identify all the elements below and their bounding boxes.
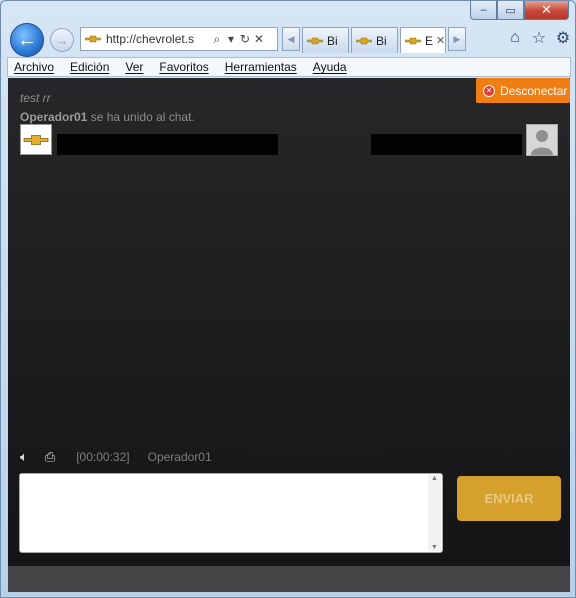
speaker-icon[interactable]: 🔈︎ (20, 449, 28, 465)
redacted-operator-info (57, 134, 278, 155)
close-tab-icon[interactable]: ✕ (436, 34, 445, 47)
close-circle-icon: ✕ (483, 84, 495, 97)
printer-icon[interactable]: ⎙ (45, 449, 55, 465)
join-text: se ha unido al chat. (87, 110, 195, 124)
chat-title: test rr (20, 91, 51, 105)
chat-timer: [00:00:32] (76, 450, 130, 464)
menu-herramientas[interactable]: Herramientas (225, 60, 297, 74)
message-input[interactable] (20, 474, 428, 550)
chevrolet-favicon-icon (307, 37, 323, 44)
home-icon[interactable]: ⌂ (507, 29, 523, 47)
redacted-user-info (371, 134, 522, 155)
chevrolet-favicon-icon (405, 37, 421, 44)
menu-favoritos[interactable]: Favoritos (159, 60, 208, 74)
chevrolet-favicon-icon (356, 37, 372, 44)
join-message: Operador01 se ha unido al chat. (20, 110, 195, 124)
menu-bar: Archivo Edición Ver Favoritos Herramient… (7, 57, 571, 77)
menu-edicion[interactable]: Edición (70, 60, 109, 74)
close-window-button[interactable]: ✕ (524, 1, 569, 20)
send-button[interactable]: ENVIAR (457, 476, 561, 521)
disconnect-button[interactable]: ✕ Desconectar (476, 78, 570, 103)
maximize-button[interactable]: ▭ (497, 1, 524, 20)
user-silhouette-icon (531, 130, 553, 155)
tab-scroll-left-button[interactable]: ◀ (282, 27, 300, 51)
menu-ver[interactable]: Ver (125, 60, 143, 74)
chat-footer-bar (8, 566, 570, 592)
message-box: ▲ ▼ (19, 473, 443, 553)
scroll-up-icon[interactable]: ▲ (431, 475, 438, 482)
disconnect-label: Desconectar (500, 83, 568, 98)
tab-3-active[interactable]: E ✕ (400, 27, 446, 53)
operator-avatar (20, 124, 52, 155)
chevrolet-logo-icon (23, 134, 49, 145)
tab-label: Bi (376, 33, 387, 48)
tab-1[interactable]: Bi (302, 27, 349, 53)
gear-icon[interactable]: ⚙ (555, 29, 571, 47)
tab-2[interactable]: Bi (351, 27, 398, 53)
tab-scroll-right-button[interactable]: ▶ (448, 27, 466, 51)
favorites-star-icon[interactable]: ☆ (531, 29, 547, 47)
arrow-left-icon: ← (17, 28, 37, 51)
tab-label: E (425, 33, 434, 48)
chevrolet-favicon-icon (85, 35, 101, 43)
back-button[interactable]: ← (10, 23, 44, 57)
user-avatar (526, 124, 558, 156)
forward-button[interactable]: → (50, 28, 74, 52)
caption-buttons: – ▭ ✕ (470, 1, 569, 21)
address-url[interactable]: http://chevrolet.s (106, 32, 210, 46)
join-operator-name: Operador01 (20, 110, 88, 124)
dropdown-arrow-icon[interactable]: ▾ (224, 32, 238, 46)
chat-panel: ✕ Desconectar test rr Operador01 se ha u… (8, 78, 570, 592)
address-bar[interactable]: http://chevrolet.s ⌕ ▾ ↻ ✕ (80, 27, 278, 51)
scroll-down-icon[interactable]: ▼ (431, 544, 438, 551)
tab-strip: ◀ Bi Bi E ✕ ▶ (282, 27, 466, 53)
operator-name: Operador01 (147, 450, 212, 464)
message-scrollbar[interactable]: ▲ ▼ (428, 475, 441, 551)
chat-status-row: 🔈︎ ⎙ [00:00:32] Operador01 (20, 449, 212, 465)
search-icon[interactable]: ⌕ (210, 32, 224, 47)
refresh-icon[interactable]: ↻ (238, 32, 252, 46)
menu-ayuda[interactable]: Ayuda (313, 60, 347, 74)
navigation-bar: ← → http://chevrolet.s ⌕ ▾ ↻ ✕ ◀ Bi Bi E… (1, 21, 576, 57)
menu-archivo[interactable]: Archivo (14, 60, 54, 74)
tab-label: Bi (327, 33, 338, 48)
arrow-right-icon: → (55, 32, 69, 48)
browser-window: – ▭ ✕ ← → http://chevrolet.s ⌕ ▾ ↻ ✕ ◀ B… (0, 0, 576, 598)
stop-icon[interactable]: ✕ (252, 32, 266, 46)
browser-toolbar-icons: ⌂ ☆ ⚙ (507, 29, 571, 47)
minimize-button[interactable]: – (470, 1, 497, 20)
